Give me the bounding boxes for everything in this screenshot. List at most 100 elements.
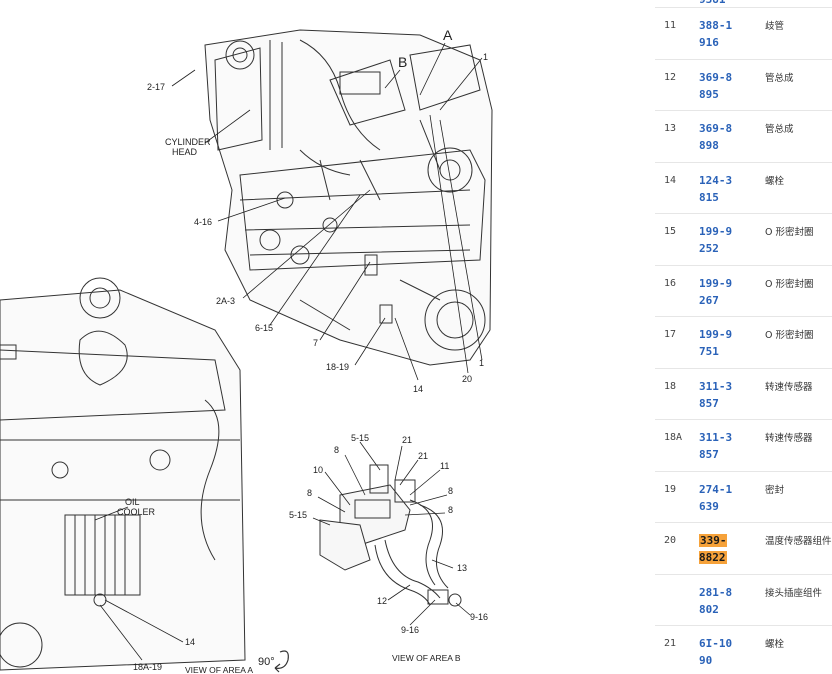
- part-description: O 形密封圈: [765, 227, 814, 238]
- part-description: O 形密封圈: [765, 278, 814, 290]
- parts-list: 9381 11 388-1916 歧管 12 369-8895 管总成 13 369-8898…: [655, 0, 832, 674]
- part-description: 转速传感器: [765, 381, 813, 393]
- part-number-link[interactable]: 9381: [699, 0, 733, 7]
- item-index: 12: [664, 71, 677, 83]
- svg-text:14: 14: [185, 637, 195, 647]
- item-index: 19: [664, 483, 677, 495]
- part-number-text: 339-8822: [699, 534, 727, 564]
- svg-text:21: 21: [418, 451, 428, 461]
- upper-engine-drawing: [204, 29, 493, 366]
- part-description: 螺栓: [765, 639, 785, 650]
- item-index: 20: [664, 535, 677, 546]
- table-row: 19 274-1639 密封: [655, 472, 832, 523]
- part-description: 密封: [765, 484, 785, 496]
- part-description: 转速传感器: [765, 433, 813, 444]
- part-number-text: 311-3857: [699, 431, 733, 461]
- svg-text:5-15: 5-15: [289, 510, 307, 520]
- rotation-label: 90°: [258, 656, 275, 668]
- item-index: 18: [664, 380, 677, 392]
- part-number-text: 388-1916: [699, 19, 733, 49]
- part-number-text: 199-9751: [699, 328, 733, 358]
- svg-text:11: 11: [440, 461, 449, 471]
- table-row: 21 6I-1090 螺栓: [655, 626, 832, 674]
- part-number-link[interactable]: 6I-1090: [699, 635, 733, 669]
- item-index: 11: [664, 20, 677, 31]
- svg-text:14: 14: [413, 384, 423, 394]
- svg-text:HEAD: HEAD: [172, 147, 198, 157]
- item-index: 18A: [664, 432, 683, 443]
- part-number-link[interactable]: 199-9252: [699, 223, 733, 257]
- part-number-text: 124-3815: [699, 173, 733, 204]
- part-number-link[interactable]: 388-1916: [699, 17, 733, 51]
- svg-text:9-16: 9-16: [401, 625, 419, 635]
- svg-text:B: B: [398, 54, 407, 70]
- svg-text:18-19: 18-19: [326, 362, 349, 372]
- part-number-link[interactable]: 369-8895: [699, 69, 733, 103]
- table-row: 15 199-9252 O 形密封圈: [655, 214, 832, 266]
- part-number-text: 369-8898: [699, 122, 733, 152]
- item-index: 16: [664, 277, 677, 289]
- svg-text:8: 8: [448, 486, 453, 496]
- svg-text:8: 8: [307, 488, 312, 498]
- caption-view-area-b: VIEW OF AREA B: [392, 653, 461, 663]
- part-number-link[interactable]: 124-3815: [699, 172, 733, 206]
- table-row: 18A 311-3857 转速传感器: [655, 420, 832, 472]
- table-row: 12 369-8895 管总成: [655, 60, 832, 111]
- part-number-link[interactable]: 199-9751: [699, 326, 733, 360]
- part-description: 管总成: [765, 124, 794, 135]
- svg-text:9-16: 9-16: [470, 612, 488, 622]
- parts-diagram: 2-17 CYLINDER HEAD 4-16 2A-3 6-15 7 18-1…: [0, 0, 640, 674]
- part-number-text: 369-8895: [699, 70, 733, 101]
- part-number-text: 281-8802: [699, 585, 733, 616]
- svg-text:A: A: [443, 27, 453, 43]
- svg-text:6-15: 6-15: [255, 323, 273, 333]
- item-index: 21: [664, 638, 677, 649]
- part-description: 管总成: [765, 72, 794, 84]
- caption-view-area-a: VIEW OF AREA A: [185, 665, 253, 674]
- part-number-text: 274-1639: [699, 482, 733, 513]
- lower-engine-drawing: [0, 277, 246, 671]
- svg-text:12: 12: [377, 596, 387, 606]
- svg-text:COOLER: COOLER: [117, 507, 156, 517]
- table-row: 14 124-3815 螺栓: [655, 163, 832, 214]
- part-number-link[interactable]: 311-3857: [699, 429, 733, 463]
- rotation-arrow-icon: [274, 650, 289, 673]
- svg-text:8: 8: [448, 505, 453, 515]
- table-row: 281-8802 接头插座组件: [655, 575, 832, 626]
- part-number-link[interactable]: 274-1639: [699, 481, 733, 515]
- part-number-text: 311-3857: [699, 379, 733, 410]
- svg-text:20: 20: [462, 374, 472, 384]
- table-row: 17 199-9751 O 形密封圈: [655, 317, 832, 369]
- svg-text:OIL: OIL: [125, 497, 140, 507]
- svg-text:1: 1: [483, 52, 488, 62]
- table-row: 9381: [655, 0, 832, 8]
- part-number-link[interactable]: 199-9267: [699, 275, 733, 309]
- table-row: 11 388-1916 歧管: [655, 8, 832, 60]
- svg-text:CYLINDER: CYLINDER: [165, 137, 211, 147]
- svg-text:18A-19: 18A-19: [133, 662, 162, 672]
- svg-text:5-15: 5-15: [351, 433, 369, 443]
- table-row: 16 199-9267 O 形密封圈: [655, 266, 832, 317]
- svg-text:10: 10: [313, 465, 323, 475]
- svg-text:7: 7: [313, 338, 318, 348]
- part-number-link[interactable]: 369-8898: [699, 120, 733, 154]
- part-description: 温度传感器组件: [765, 536, 832, 547]
- item-index: 15: [664, 226, 677, 237]
- part-number-link[interactable]: 281-8802: [699, 584, 733, 618]
- area-b-drawing: [319, 464, 462, 607]
- svg-text:4-16: 4-16: [194, 217, 212, 227]
- part-description: 螺栓: [765, 175, 785, 187]
- part-description: O 形密封圈: [765, 330, 814, 341]
- item-index: 13: [664, 123, 677, 134]
- part-number-text: 199-9252: [699, 225, 733, 255]
- svg-text:8: 8: [334, 445, 339, 455]
- part-number-link[interactable]: 311-3857: [699, 378, 733, 412]
- part-number-link[interactable]: 339-8822: [699, 532, 733, 566]
- item-index: 17: [664, 329, 677, 340]
- part-number-text: 199-9267: [699, 276, 733, 307]
- item-index: 14: [664, 174, 677, 186]
- table-row: 20 339-8822 温度传感器组件: [655, 523, 832, 575]
- svg-text:2-17: 2-17: [147, 82, 165, 92]
- svg-text:1: 1: [479, 358, 484, 368]
- table-row: 18 311-3857 转速传感器: [655, 369, 832, 420]
